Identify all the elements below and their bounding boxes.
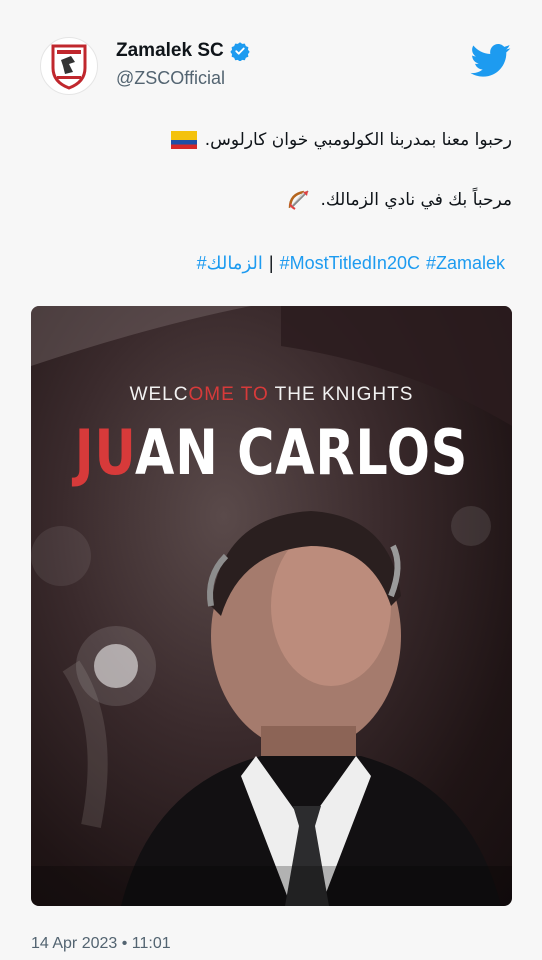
tweet-text-line-1: رحبوا معنا بمدربنا الكولومبي خوان كارلوس… xyxy=(170,130,512,150)
welcome-part-2: THE KNIGHTS xyxy=(268,384,414,405)
hashtags-line: #الزمالك | #MostTitledIn20C #Zamalek xyxy=(197,253,505,274)
poster-player-name: JUAN CARLOS xyxy=(74,416,468,489)
player-name-red: JU xyxy=(74,416,136,489)
user-handle[interactable]: @ZSCOfficial xyxy=(116,68,225,89)
hashtag-zamalek-arabic[interactable]: #الزمالك xyxy=(197,253,263,274)
poster-welcome-text: WELCOME TO THE KNIGHTS xyxy=(31,384,512,406)
hashtag-most-titled[interactable]: #MostTitledIn20C xyxy=(280,253,420,274)
player-name-white: AN CARLOS xyxy=(135,416,469,489)
welcome-part-1: WELC xyxy=(129,384,189,405)
colombia-flag-icon xyxy=(170,131,197,149)
welcome-part-red: OME TO xyxy=(188,384,269,405)
club-crest-icon xyxy=(51,44,87,90)
avatar[interactable] xyxy=(40,37,98,95)
twitter-bird-icon[interactable] xyxy=(470,44,512,78)
tweet-media-image[interactable]: WELCOME TO THE KNIGHTS JUAN CARLOS xyxy=(31,306,512,906)
tweet-text-1: رحبوا معنا بمدربنا الكولومبي خوان كارلوس… xyxy=(204,130,512,150)
verified-badge-icon xyxy=(230,42,250,61)
bow-and-arrow-icon xyxy=(289,190,310,210)
hashtag-zamalek[interactable]: #Zamalek xyxy=(426,253,505,274)
hashtag-separator: | xyxy=(268,253,274,273)
tweet-text-line-2: مرحباً بك في نادي الزمالك. xyxy=(286,188,512,212)
tweet-text-2: مرحباً بك في نادي الزمالك. xyxy=(320,190,512,210)
tweet-header: Zamalek SC @ZSCOfficial xyxy=(0,0,542,110)
tweet-timestamp[interactable]: 14 Apr 2023 • 11:01 xyxy=(31,935,171,953)
display-name[interactable]: Zamalek SC xyxy=(116,40,224,62)
